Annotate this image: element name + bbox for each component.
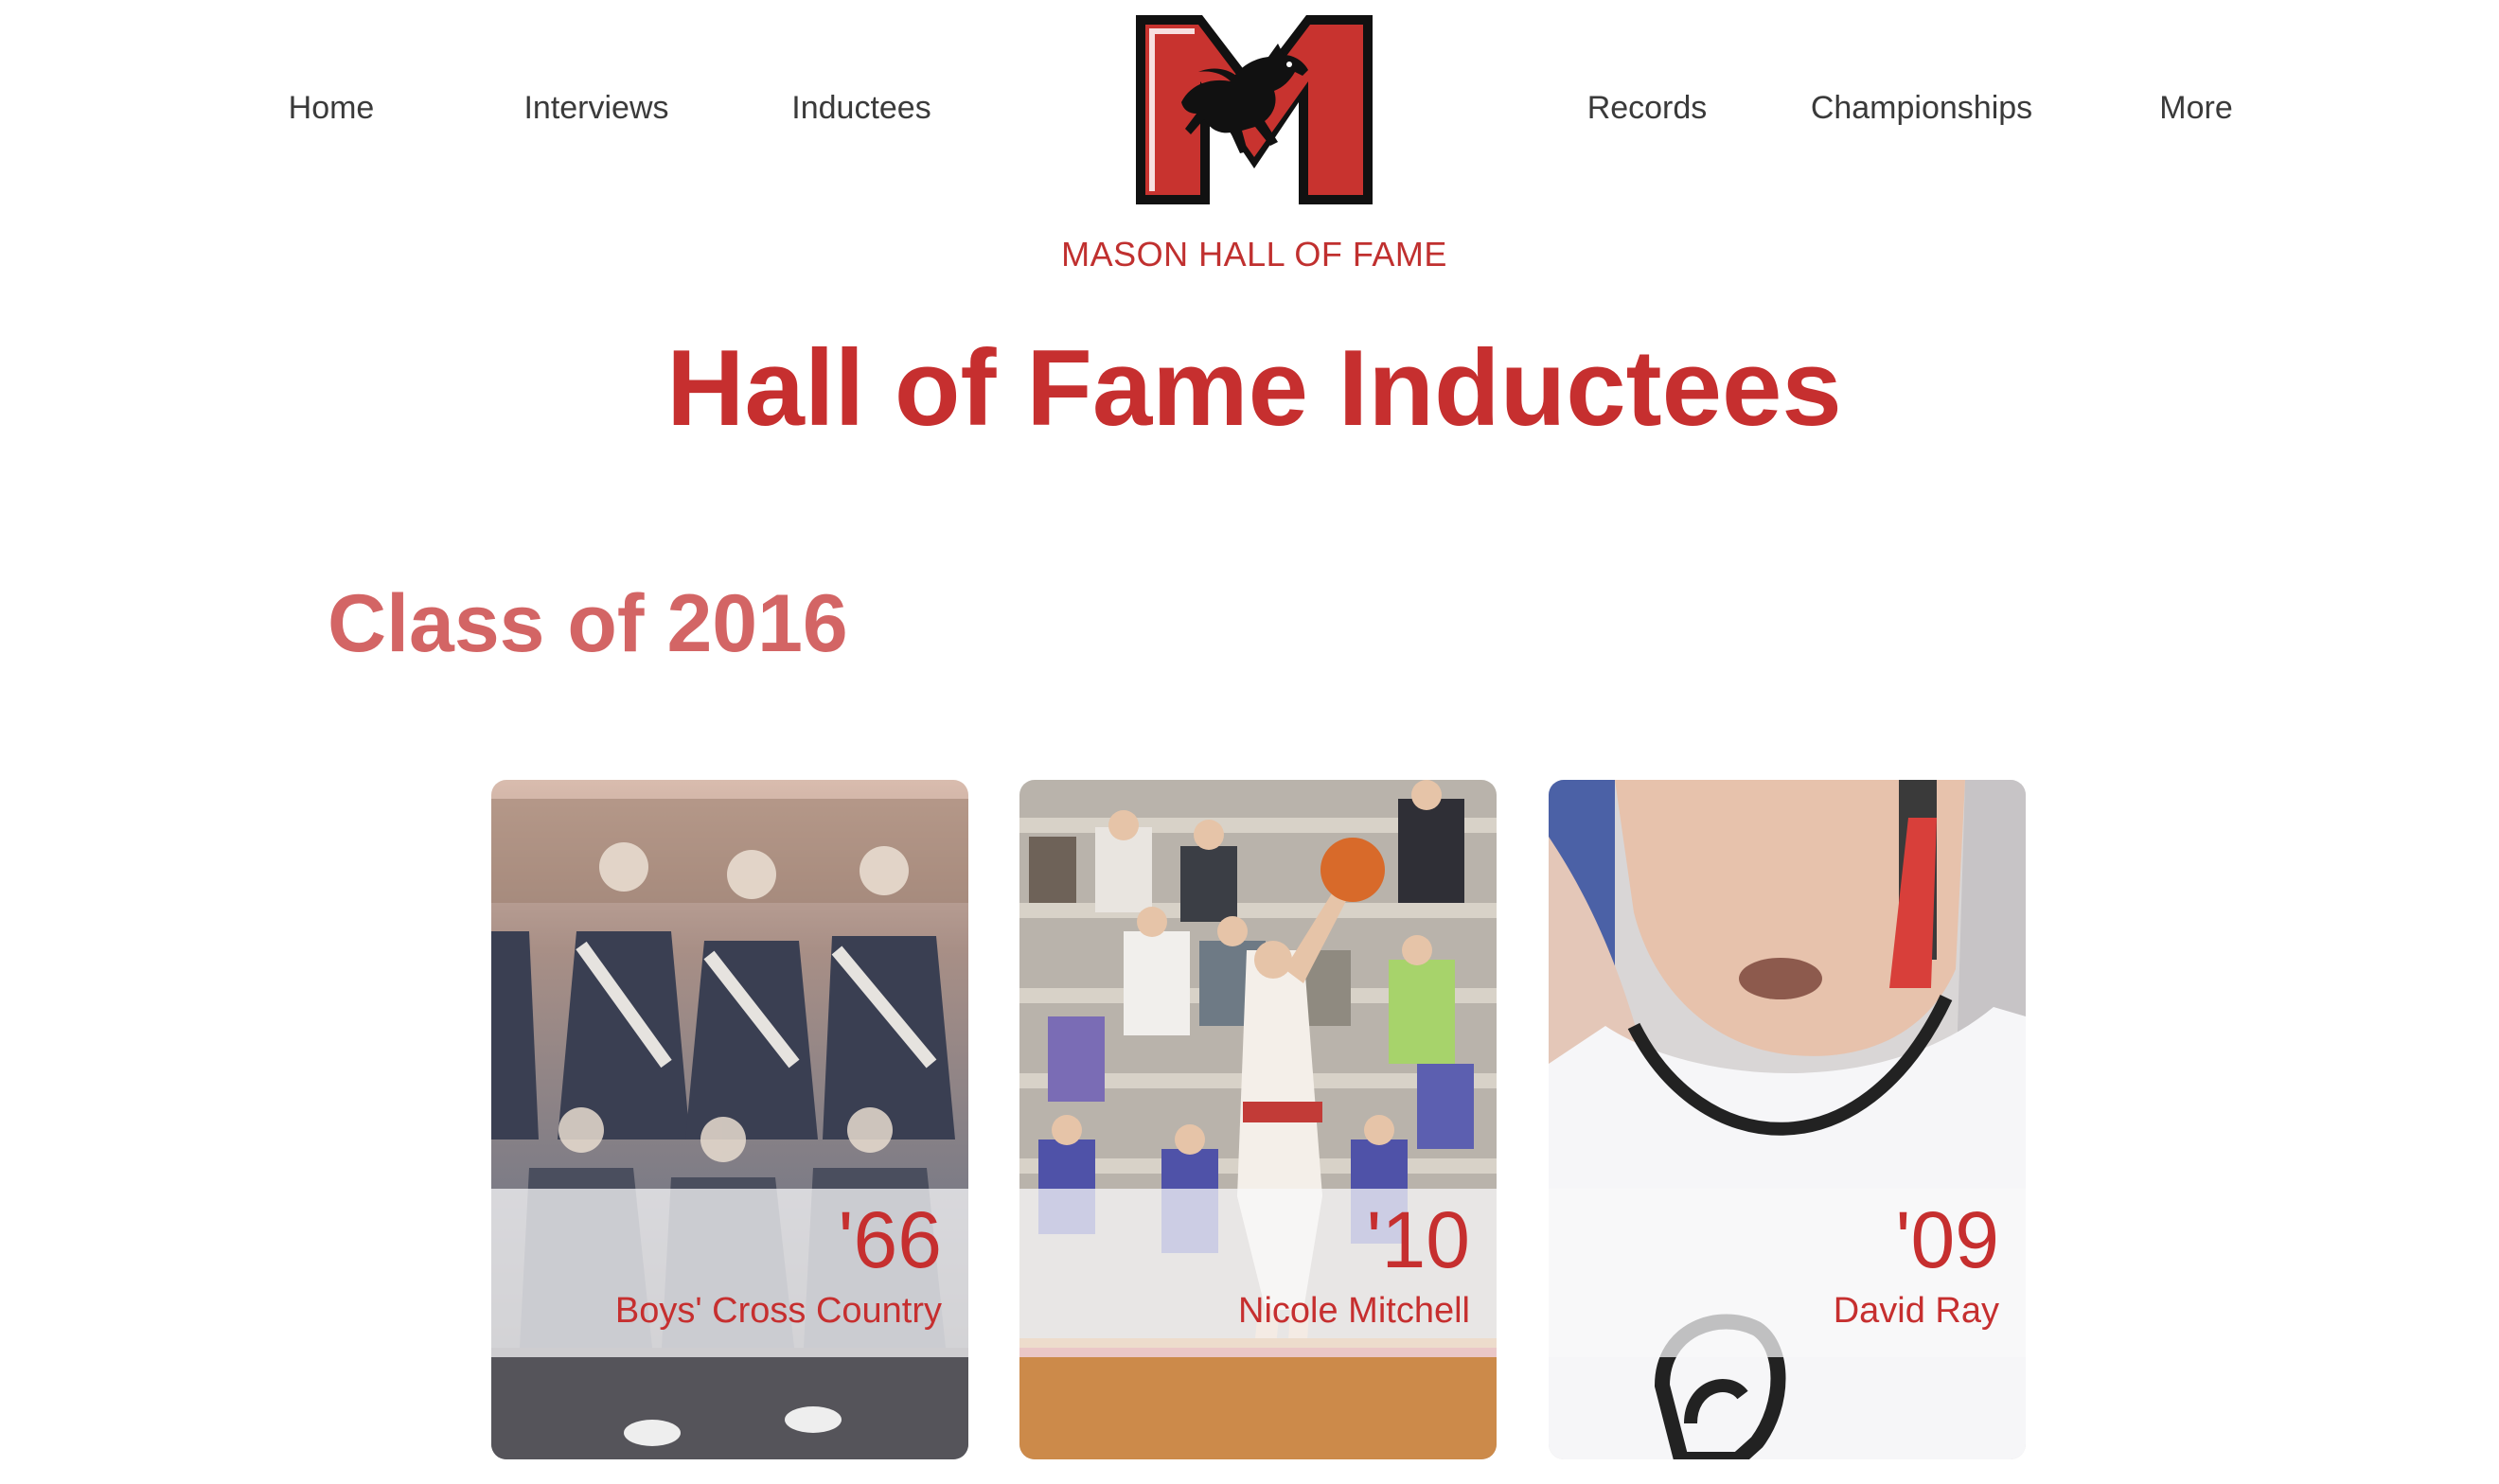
site-name[interactable]: MASON HALL OF FAME	[966, 235, 1543, 274]
inductee-year: '66	[838, 1195, 942, 1284]
inductee-name: Boys' Cross Country	[614, 1291, 942, 1331]
class-heading: Class of 2016	[328, 578, 848, 669]
nav-interviews[interactable]: Interviews	[492, 87, 700, 129]
inductee-year: '10	[1366, 1195, 1470, 1284]
wrestler-photo	[1549, 780, 2026, 1459]
mustang-m-logo[interactable]	[1136, 15, 1373, 204]
nav-championships[interactable]: Championships	[1789, 87, 2054, 129]
nav-home[interactable]: Home	[256, 87, 407, 129]
nav-more[interactable]: More	[2120, 87, 2272, 129]
inductee-name: Nicole Mitchell	[1238, 1291, 1470, 1331]
nav-records[interactable]: Records	[1562, 87, 1732, 129]
inductee-year: '09	[1895, 1195, 1999, 1284]
nav-inductees[interactable]: Inductees	[767, 87, 956, 129]
team-photo	[491, 780, 968, 1459]
basketball-photo	[1019, 780, 1497, 1459]
page-title: Hall of Fame Inductees	[666, 328, 1842, 449]
inductee-card-nicole-mitchell[interactable]: '10 Nicole Mitchell	[1019, 780, 1497, 1459]
inductee-name: David Ray	[1833, 1291, 1999, 1331]
inductee-card-cross-country[interactable]: '66 Boys' Cross Country	[491, 780, 968, 1459]
inductee-card-david-ray[interactable]: '09 David Ray	[1549, 780, 2026, 1459]
